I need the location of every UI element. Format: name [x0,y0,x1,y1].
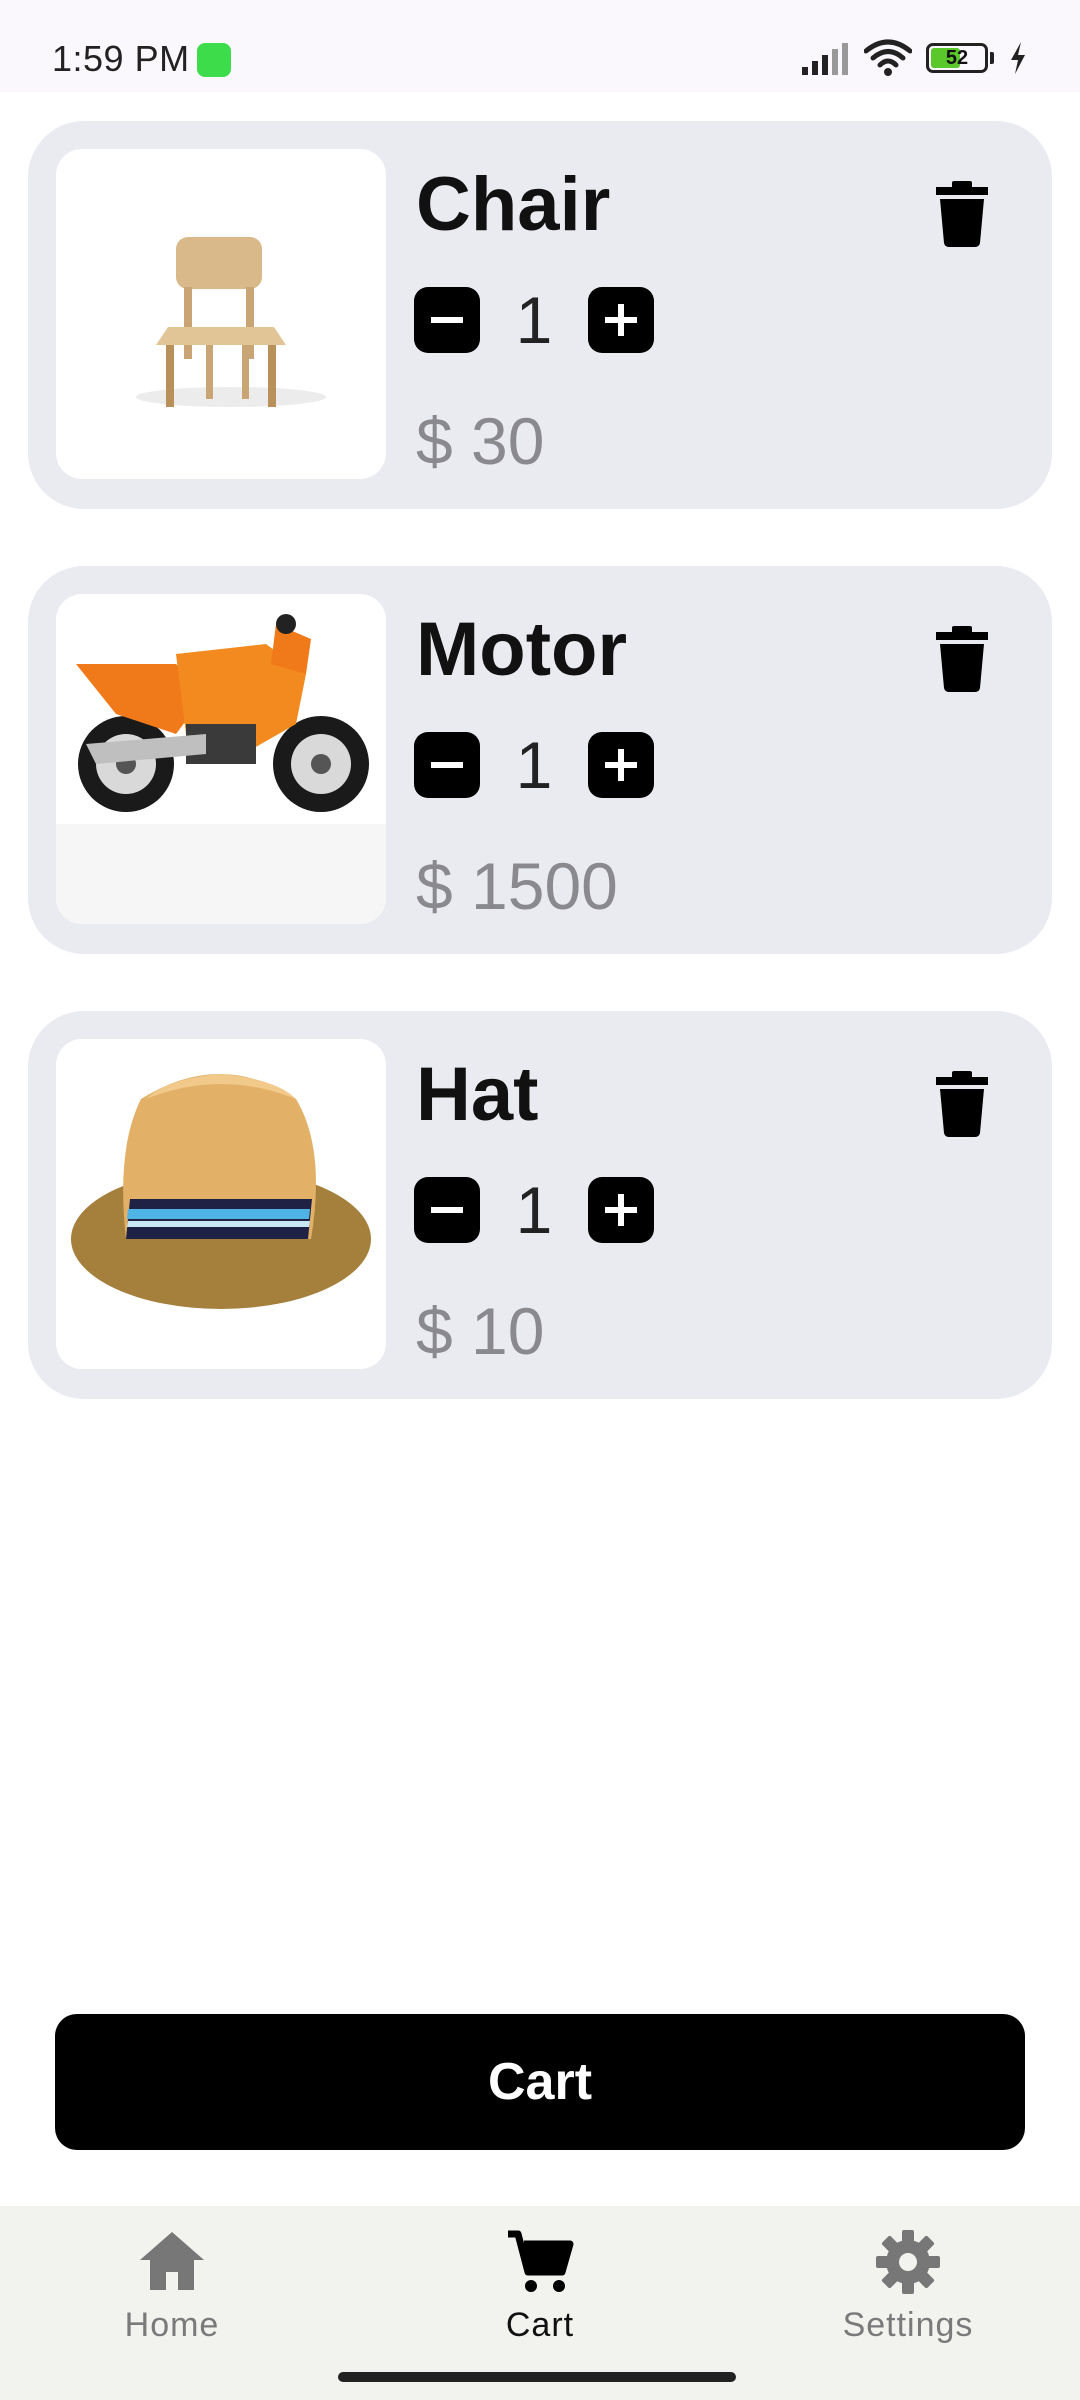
home-icon [140,2232,204,2290]
cart-item-card: Chair 1 $ 30 [28,121,1052,509]
increase-quantity-button[interactable] [588,1177,654,1243]
nav-item-settings[interactable]: Settings [808,2226,1008,2345]
nav-label-settings: Settings [842,2306,974,2344]
battery-level: 52 [945,46,969,69]
cart-icon [508,2230,574,2292]
app-notification-icon [197,43,231,77]
delete-item-button[interactable] [934,1071,990,1137]
item-price: $ 1500 [416,849,618,923]
battery-icon: 52 [926,43,988,73]
status-icons: 52 [800,38,1028,78]
minus-icon [431,1207,463,1213]
cart-button[interactable]: Cart [55,2014,1025,2150]
trash-icon [936,626,988,692]
increase-quantity-button[interactable] [588,732,654,798]
trash-icon [936,1071,988,1137]
decrease-quantity-button[interactable] [414,1177,480,1243]
status-bar: 1:59 PM 52 [0,0,1080,92]
decrease-quantity-button[interactable] [414,287,480,353]
quantity-value: 1 [515,283,553,357]
home-indicator[interactable] [338,2372,736,2382]
quantity-stepper: 1 [414,283,654,357]
plus-icon [605,749,637,781]
quantity-stepper: 1 [414,1173,654,1247]
signal-icon [802,43,848,75]
settings-icon [876,2230,940,2294]
item-price: $ 30 [416,404,545,478]
quantity-value: 1 [515,728,553,802]
nav-label-cart: Cart [505,2306,575,2344]
plus-icon [605,304,637,336]
item-name: Hat [416,1052,539,1137]
motorcycle-image [56,594,386,924]
item-name: Motor [416,607,628,692]
increase-quantity-button[interactable] [588,287,654,353]
plus-icon [605,1194,637,1226]
cart-item-card: Motor 1 $ 1500 [28,566,1052,954]
item-price: $ 10 [416,1294,545,1368]
quantity-stepper: 1 [414,728,654,802]
minus-icon [431,317,463,323]
charging-icon [1011,42,1025,74]
item-name: Chair [416,162,611,247]
bottom-navigation: Home Cart Settings [0,2206,1080,2400]
status-time: 1:59 PM [52,38,190,79]
trash-icon [936,181,988,247]
delete-item-button[interactable] [934,181,990,247]
cart-item-card: Hat 1 $ 10 [28,1011,1052,1399]
nav-item-home[interactable]: Home [72,2226,272,2345]
nav-item-cart[interactable]: Cart [440,2226,640,2345]
minus-icon [431,762,463,768]
hat-image [56,1039,386,1369]
quantity-value: 1 [515,1173,553,1247]
delete-item-button[interactable] [934,626,990,692]
decrease-quantity-button[interactable] [414,732,480,798]
nav-label-home: Home [124,2306,220,2344]
wifi-icon [864,39,912,76]
chair-image [56,149,386,479]
